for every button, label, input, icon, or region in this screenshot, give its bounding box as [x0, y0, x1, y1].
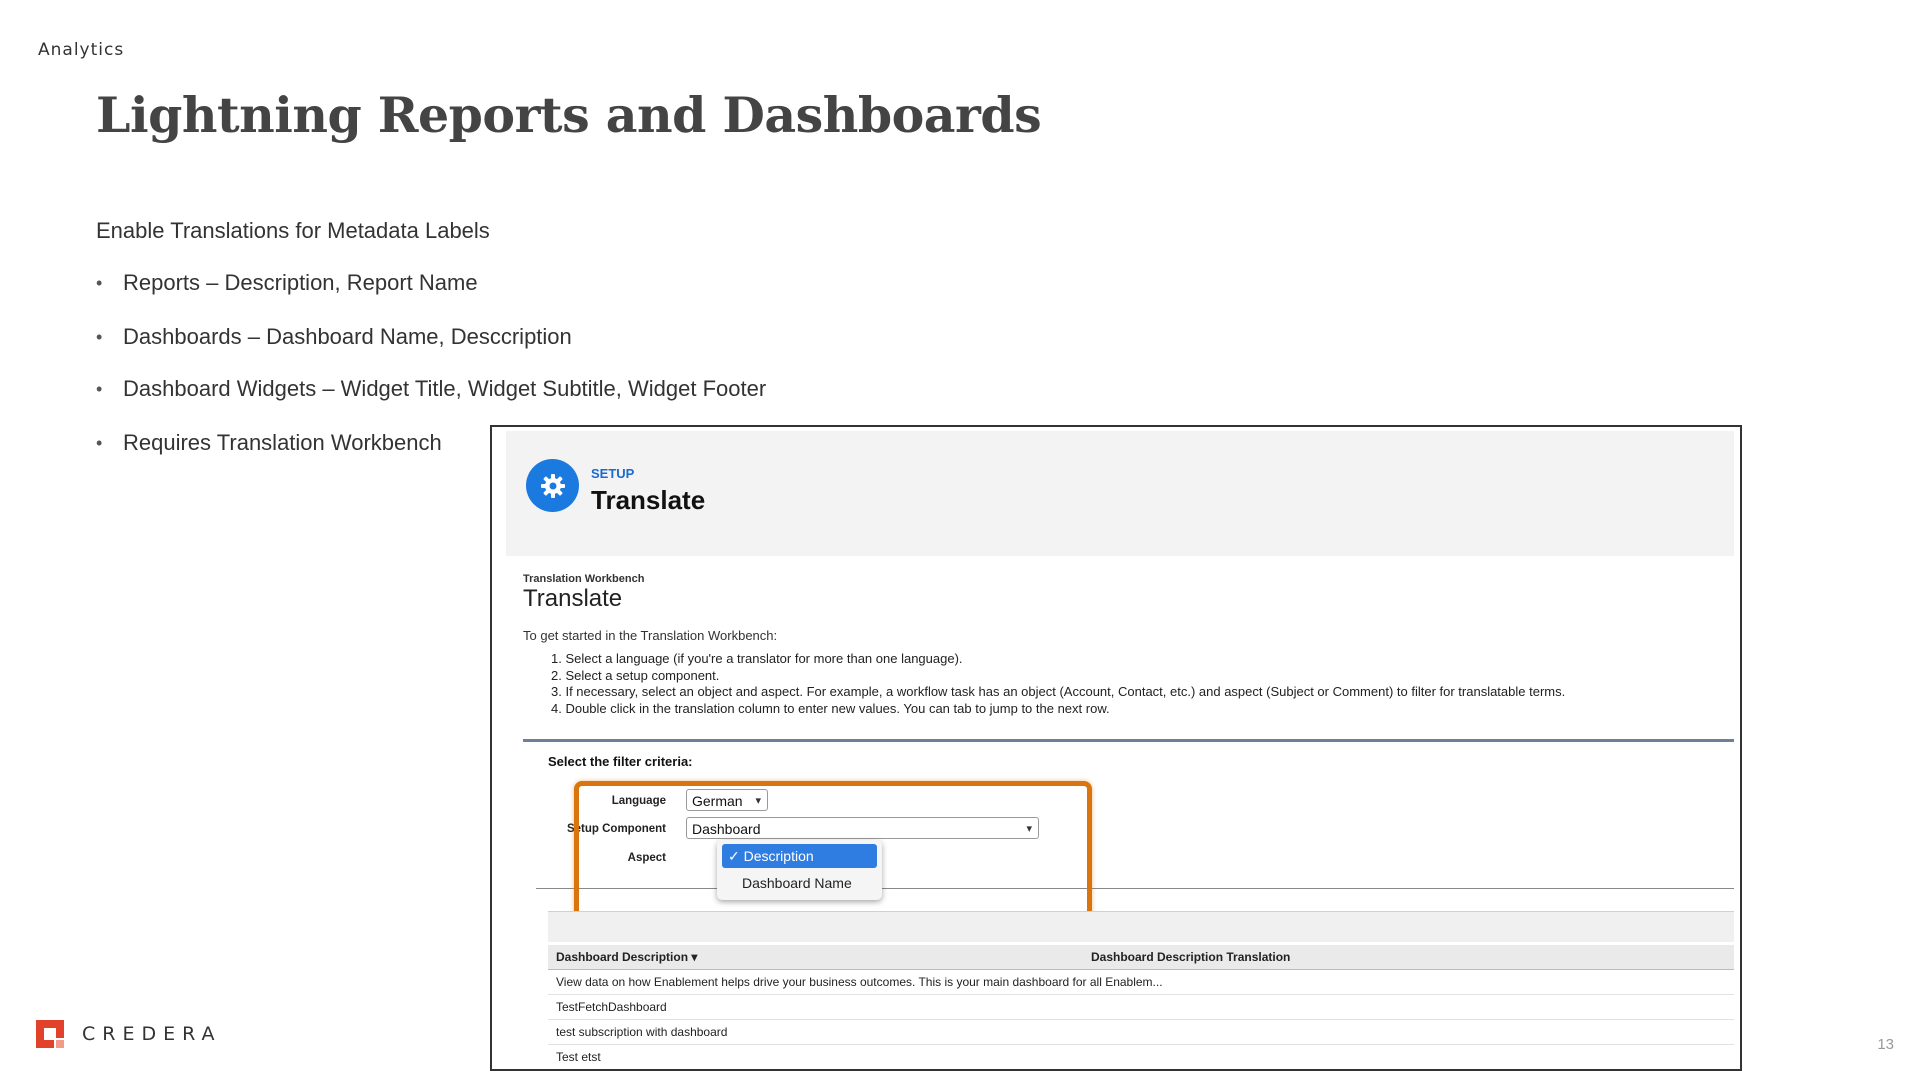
setup-title: Translate	[591, 485, 706, 515]
workbench-intro: To get started in the Translation Workbe…	[523, 628, 778, 643]
highlight-box	[574, 781, 1092, 928]
page-number: 13	[1877, 1036, 1894, 1053]
bullet-text: Dashboards – Dashboard Name, Desccriptio…	[123, 324, 572, 349]
step-item: 1. Select a language (if you're a transl…	[551, 651, 963, 666]
step-item: 3. If necessary, select an object and as…	[551, 684, 1566, 699]
translate-screenshot: SETUP Translate Translation Workbench Tr…	[490, 425, 1742, 1071]
table-row[interactable]: View data on how Enablement helps drive …	[548, 970, 1734, 995]
grid-body: View data on how Enablement helps drive …	[548, 970, 1734, 1069]
bullet-text: Reports – Description, Report Name	[123, 270, 478, 295]
gear-icon	[526, 459, 579, 512]
table-row[interactable]: Test etst	[548, 1045, 1734, 1069]
bullet-text: Dashboard Widgets – Widget Title, Widget…	[123, 376, 767, 401]
credera-wordmark: CREDERA	[82, 1023, 222, 1045]
grid-header: Dashboard Description ▾ Dashboard Descri…	[548, 945, 1734, 970]
grid-toolbar	[548, 911, 1734, 942]
step-item: 4. Double click in the translation colum…	[551, 700, 1110, 716]
column-header-translation[interactable]: Dashboard Description Translation	[1091, 950, 1290, 964]
section-divider	[523, 739, 1734, 742]
step-item: 2. Select a setup component.	[551, 667, 720, 683]
bullet-item: • Dashboard Widgets – Widget Title, Widge…	[96, 376, 766, 402]
workbench-breadcrumb: Translation Workbench	[523, 573, 645, 585]
bullet-dot-icon: •	[96, 433, 103, 453]
section-label: Analytics	[38, 40, 125, 60]
workbench-title: Translate	[523, 585, 623, 612]
credera-logo: CREDERA	[36, 1020, 222, 1048]
table-row[interactable]: TestFetchDashboard	[548, 995, 1734, 1020]
table-row[interactable]: test subscription with dashboard	[548, 1020, 1734, 1045]
bullet-item: • Dashboards – Dashboard Name, Desccripti…	[96, 324, 766, 350]
bullet-item: • Reports – Description, Report Name	[96, 270, 766, 296]
setup-kicker: SETUP	[591, 466, 635, 481]
credera-logo-icon	[36, 1020, 64, 1048]
intro-text: Enable Translations for Metadata Labels	[96, 218, 490, 243]
setup-header: SETUP Translate	[506, 431, 1734, 556]
bullet-text: Requires Translation Workbench	[123, 430, 442, 455]
steps-list: 1. Select a language (if you're a transl…	[551, 651, 1565, 717]
bullet-dot-icon: •	[96, 379, 103, 399]
bullet-dot-icon: •	[96, 273, 103, 293]
column-header-description[interactable]: Dashboard Description ▾	[556, 950, 697, 964]
filter-criteria-label: Select the filter criteria:	[548, 754, 693, 769]
slide-title: Lightning Reports and Dashboards	[96, 86, 1042, 144]
bullet-dot-icon: •	[96, 327, 103, 347]
